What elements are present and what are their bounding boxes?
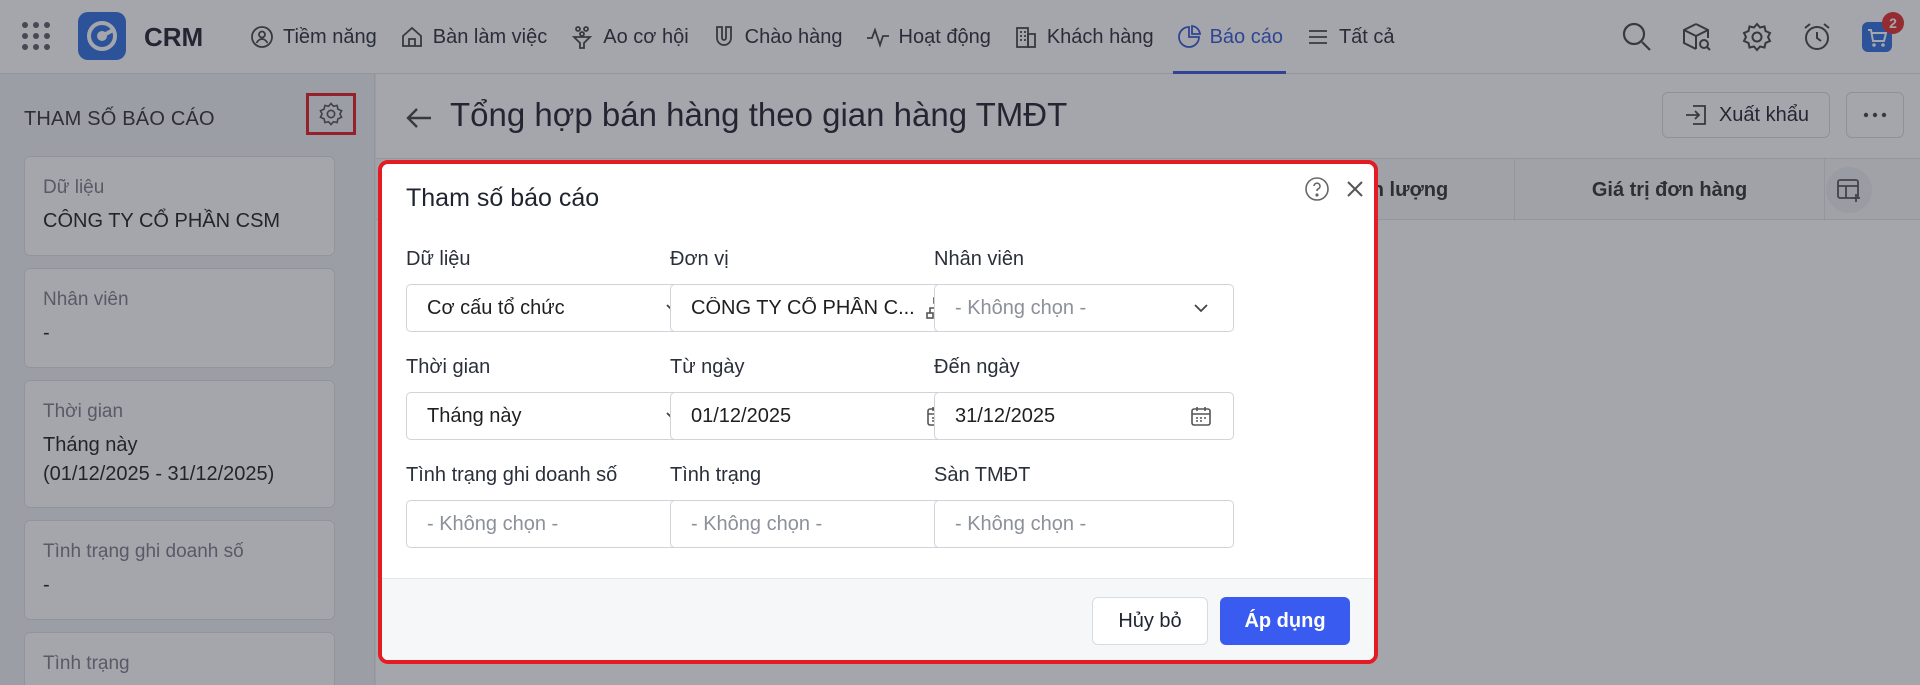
field-label-du-lieu: Dữ liệu	[406, 248, 471, 270]
help-icon[interactable]	[1304, 176, 1330, 202]
apply-button[interactable]: Áp dụng	[1220, 597, 1350, 645]
field-label-tinh-trang: Tình trạng	[670, 464, 762, 486]
don-vi-picker[interactable]: CÔNG TY CỔ PHẦN C...	[670, 284, 970, 332]
nhan-vien-select[interactable]: - Không chọn -	[934, 284, 1234, 332]
field-label-tinh-trang-ghi-ds: Tình trạng ghi doanh số	[406, 464, 618, 486]
select-placeholder: - Không chọn -	[427, 512, 559, 535]
picker-value: CÔNG TY CỔ PHẦN C...	[691, 296, 915, 319]
den-ngay-date-input[interactable]: 31/12/2025	[934, 392, 1234, 440]
chevron-down-icon	[1194, 304, 1208, 313]
dialog-title: Tham số báo cáo	[406, 184, 600, 212]
tu-ngay-date-input[interactable]: 01/12/2025	[670, 392, 970, 440]
field-label-nhan-vien: Nhân viên	[934, 248, 1025, 270]
date-value: 01/12/2025	[691, 404, 792, 427]
tinh-trang-ghi-ds-select[interactable]: - Không chọn -	[406, 500, 706, 548]
field-label-den-ngay: Đến ngày	[934, 356, 1020, 378]
du-lieu-select[interactable]: Cơ cấu tổ chức	[406, 284, 706, 332]
calendar-icon[interactable]	[1189, 404, 1213, 428]
dialog-footer: Hủy bỏ Áp dụng	[382, 578, 1374, 660]
san-tmdt-select[interactable]: - Không chọn -	[934, 500, 1234, 548]
report-params-dialog: Tham số báo cáo Dữ liệu Cơ cấu tổ chức Đ…	[378, 160, 1378, 664]
date-value: 31/12/2025	[955, 404, 1056, 427]
thoi-gian-select[interactable]: Tháng này	[406, 392, 706, 440]
select-placeholder: - Không chọn -	[691, 512, 823, 535]
select-value: Cơ cấu tổ chức	[427, 296, 565, 319]
close-icon[interactable]	[1342, 176, 1368, 202]
cancel-button[interactable]: Hủy bỏ	[1092, 597, 1208, 645]
select-value: Tháng này	[427, 404, 522, 427]
field-label-tu-ngay: Từ ngày	[670, 356, 745, 378]
tinh-trang-select[interactable]: - Không chọn -	[670, 500, 970, 548]
select-placeholder: - Không chọn -	[955, 512, 1087, 535]
field-label-thoi-gian: Thời gian	[406, 356, 491, 378]
field-label-don-vi: Đơn vị	[670, 248, 729, 270]
select-placeholder: - Không chọn -	[955, 296, 1087, 319]
field-label-san-tmdt: Sàn TMĐT	[934, 464, 1031, 486]
